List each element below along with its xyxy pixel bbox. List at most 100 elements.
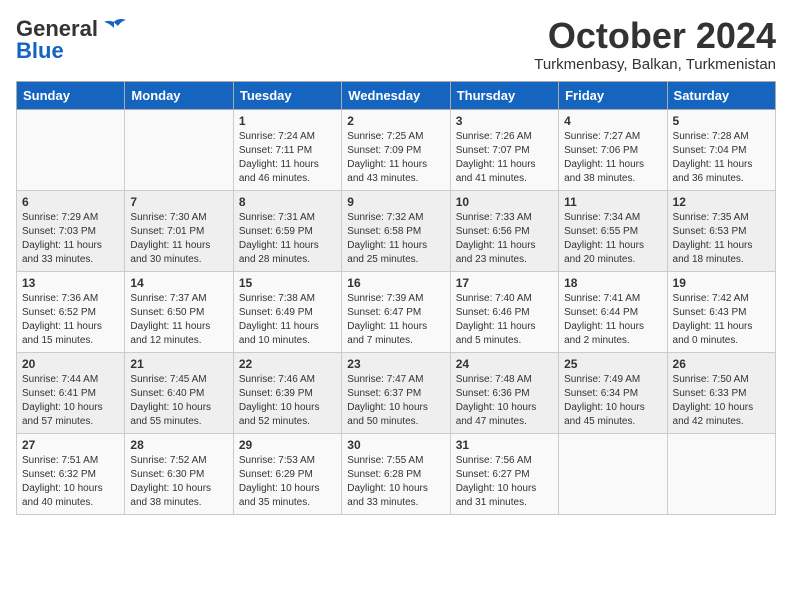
column-header-thursday: Thursday [450,81,558,109]
calendar-cell: 1 Sunrise: 7:24 AM Sunset: 7:11 PM Daylig… [233,109,341,190]
logo-bird-icon [100,18,128,40]
calendar-cell [125,109,233,190]
day-number: 14 [130,276,227,290]
calendar-table: SundayMondayTuesdayWednesdayThursdayFrid… [16,81,776,515]
day-info: Sunrise: 7:28 AM Sunset: 7:04 PM Dayligh… [673,130,770,186]
day-number: 20 [22,357,119,371]
day-info: Sunrise: 7:48 AM Sunset: 6:36 PM Dayligh… [456,373,553,429]
day-number: 21 [130,357,227,371]
calendar-week-row: 13 Sunrise: 7:36 AM Sunset: 6:52 PM Dayli… [17,271,776,352]
day-number: 8 [239,195,336,209]
calendar-cell: 10 Sunrise: 7:33 AM Sunset: 6:56 PM Dayli… [450,190,558,271]
day-number: 24 [456,357,553,371]
day-number: 5 [673,114,770,128]
calendar-cell: 12 Sunrise: 7:35 AM Sunset: 6:53 PM Dayli… [667,190,775,271]
day-info: Sunrise: 7:46 AM Sunset: 6:39 PM Dayligh… [239,373,336,429]
day-number: 10 [456,195,553,209]
calendar-cell: 5 Sunrise: 7:28 AM Sunset: 7:04 PM Daylig… [667,109,775,190]
day-info: Sunrise: 7:38 AM Sunset: 6:49 PM Dayligh… [239,292,336,348]
day-number: 19 [673,276,770,290]
calendar-cell: 2 Sunrise: 7:25 AM Sunset: 7:09 PM Daylig… [342,109,450,190]
day-number: 26 [673,357,770,371]
day-info: Sunrise: 7:55 AM Sunset: 6:28 PM Dayligh… [347,454,444,510]
day-info: Sunrise: 7:30 AM Sunset: 7:01 PM Dayligh… [130,211,227,267]
calendar-cell: 3 Sunrise: 7:26 AM Sunset: 7:07 PM Daylig… [450,109,558,190]
calendar-week-row: 27Sunrise: 7:51 AM Sunset: 6:32 PM Dayli… [17,433,776,514]
calendar-cell: 20 Sunrise: 7:44 AM Sunset: 6:41 PM Dayli… [17,352,125,433]
calendar-cell: 16Sunrise: 7:39 AM Sunset: 6:47 PM Dayli… [342,271,450,352]
calendar-cell: 25 Sunrise: 7:49 AM Sunset: 6:34 PM Dayli… [559,352,667,433]
day-info: Sunrise: 7:41 AM Sunset: 6:44 PM Dayligh… [564,292,661,348]
day-number: 1 [239,114,336,128]
day-number: 25 [564,357,661,371]
day-info: Sunrise: 7:32 AM Sunset: 6:58 PM Dayligh… [347,211,444,267]
day-info: Sunrise: 7:36 AM Sunset: 6:52 PM Dayligh… [22,292,119,348]
calendar-cell: 18 Sunrise: 7:41 AM Sunset: 6:44 PM Dayli… [559,271,667,352]
calendar-cell: 9 Sunrise: 7:32 AM Sunset: 6:58 PM Daylig… [342,190,450,271]
page-header: General Blue October 2024 Turkmenbasy, B… [16,16,776,73]
title-block: October 2024 Turkmenbasy, Balkan, Turkme… [534,16,776,73]
calendar-cell: 17Sunrise: 7:40 AM Sunset: 6:46 PM Dayli… [450,271,558,352]
month-title: October 2024 [534,16,776,56]
day-info: Sunrise: 7:47 AM Sunset: 6:37 PM Dayligh… [347,373,444,429]
day-info: Sunrise: 7:56 AM Sunset: 6:27 PM Dayligh… [456,454,553,510]
day-number: 2 [347,114,444,128]
column-header-sunday: Sunday [17,81,125,109]
day-info: Sunrise: 7:26 AM Sunset: 7:07 PM Dayligh… [456,130,553,186]
day-number: 30 [347,438,444,452]
day-number: 3 [456,114,553,128]
calendar-cell: 24 Sunrise: 7:48 AM Sunset: 6:36 PM Dayli… [450,352,558,433]
column-header-friday: Friday [559,81,667,109]
calendar-cell: 21Sunrise: 7:45 AM Sunset: 6:40 PM Dayli… [125,352,233,433]
calendar-cell: 15 Sunrise: 7:38 AM Sunset: 6:49 PM Dayli… [233,271,341,352]
calendar-week-row: 6 Sunrise: 7:29 AM Sunset: 7:03 PM Daylig… [17,190,776,271]
calendar-cell: 7 Sunrise: 7:30 AM Sunset: 7:01 PM Daylig… [125,190,233,271]
day-info: Sunrise: 7:52 AM Sunset: 6:30 PM Dayligh… [130,454,227,510]
day-number: 12 [673,195,770,209]
calendar-cell: 28Sunrise: 7:52 AM Sunset: 6:30 PM Dayli… [125,433,233,514]
day-info: Sunrise: 7:27 AM Sunset: 7:06 PM Dayligh… [564,130,661,186]
day-number: 31 [456,438,553,452]
calendar-cell: 8 Sunrise: 7:31 AM Sunset: 6:59 PM Daylig… [233,190,341,271]
calendar-cell: 4 Sunrise: 7:27 AM Sunset: 7:06 PM Daylig… [559,109,667,190]
logo-blue: Blue [16,38,64,64]
day-info: Sunrise: 7:49 AM Sunset: 6:34 PM Dayligh… [564,373,661,429]
day-info: Sunrise: 7:31 AM Sunset: 6:59 PM Dayligh… [239,211,336,267]
day-number: 23 [347,357,444,371]
day-info: Sunrise: 7:25 AM Sunset: 7:09 PM Dayligh… [347,130,444,186]
day-number: 18 [564,276,661,290]
day-info: Sunrise: 7:53 AM Sunset: 6:29 PM Dayligh… [239,454,336,510]
column-header-saturday: Saturday [667,81,775,109]
calendar-cell: 22Sunrise: 7:46 AM Sunset: 6:39 PM Dayli… [233,352,341,433]
calendar-cell: 23 Sunrise: 7:47 AM Sunset: 6:37 PM Dayli… [342,352,450,433]
day-number: 16 [347,276,444,290]
day-info: Sunrise: 7:33 AM Sunset: 6:56 PM Dayligh… [456,211,553,267]
calendar-cell: 6 Sunrise: 7:29 AM Sunset: 7:03 PM Daylig… [17,190,125,271]
calendar-week-row: 20 Sunrise: 7:44 AM Sunset: 6:41 PM Dayli… [17,352,776,433]
calendar-week-row: 1 Sunrise: 7:24 AM Sunset: 7:11 PM Daylig… [17,109,776,190]
day-number: 4 [564,114,661,128]
calendar-cell: 27Sunrise: 7:51 AM Sunset: 6:32 PM Dayli… [17,433,125,514]
day-number: 7 [130,195,227,209]
day-info: Sunrise: 7:29 AM Sunset: 7:03 PM Dayligh… [22,211,119,267]
day-info: Sunrise: 7:34 AM Sunset: 6:55 PM Dayligh… [564,211,661,267]
calendar-cell: 14 Sunrise: 7:37 AM Sunset: 6:50 PM Dayli… [125,271,233,352]
day-number: 6 [22,195,119,209]
day-info: Sunrise: 7:35 AM Sunset: 6:53 PM Dayligh… [673,211,770,267]
calendar-header-row: SundayMondayTuesdayWednesdayThursdayFrid… [17,81,776,109]
calendar-cell: 31 Sunrise: 7:56 AM Sunset: 6:27 PM Dayli… [450,433,558,514]
calendar-cell: 29Sunrise: 7:53 AM Sunset: 6:29 PM Dayli… [233,433,341,514]
calendar-cell: 13 Sunrise: 7:36 AM Sunset: 6:52 PM Dayli… [17,271,125,352]
day-info: Sunrise: 7:44 AM Sunset: 6:41 PM Dayligh… [22,373,119,429]
location-subtitle: Turkmenbasy, Balkan, Turkmenistan [534,56,776,73]
day-info: Sunrise: 7:37 AM Sunset: 6:50 PM Dayligh… [130,292,227,348]
day-number: 15 [239,276,336,290]
day-info: Sunrise: 7:42 AM Sunset: 6:43 PM Dayligh… [673,292,770,348]
day-info: Sunrise: 7:24 AM Sunset: 7:11 PM Dayligh… [239,130,336,186]
calendar-cell: 19 Sunrise: 7:42 AM Sunset: 6:43 PM Dayli… [667,271,775,352]
day-number: 27 [22,438,119,452]
day-number: 13 [22,276,119,290]
column-header-wednesday: Wednesday [342,81,450,109]
day-info: Sunrise: 7:40 AM Sunset: 6:46 PM Dayligh… [456,292,553,348]
day-number: 9 [347,195,444,209]
